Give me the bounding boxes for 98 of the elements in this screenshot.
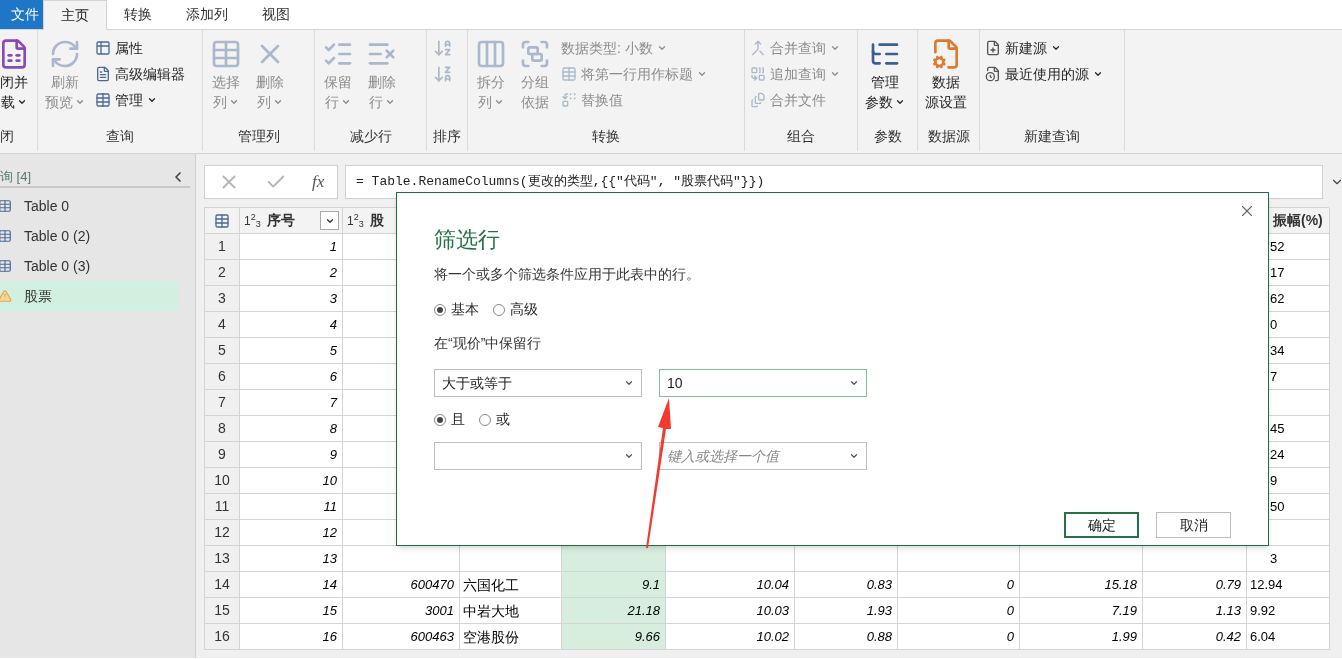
row-number: 4 xyxy=(205,312,240,338)
table-cell: 16 xyxy=(240,624,343,650)
ribbon-tab[interactable]: 添加列 xyxy=(169,0,245,29)
table-cell: 0 xyxy=(898,624,1020,650)
keep-rows-label: 在“现价”中保留行 xyxy=(434,334,542,353)
table-cell: 2 xyxy=(240,260,343,286)
group-label: 新建查询 xyxy=(1023,127,1081,146)
function-button[interactable]: fx xyxy=(312,169,325,195)
table-cell: 4 xyxy=(240,312,343,338)
ribbon-button[interactable]: 属性 xyxy=(94,37,186,59)
table-cell: 7.19 xyxy=(1020,598,1143,624)
group-label: 查询 xyxy=(105,127,135,146)
ribbon-button[interactable]: 最近使用的源 xyxy=(984,63,1104,85)
query-item[interactable]: 股票 xyxy=(0,281,178,311)
ribbon-button[interactable]: 高级编辑器 xyxy=(94,63,186,85)
group-label: 组合 xyxy=(786,127,816,146)
row-number: 1 xyxy=(205,234,240,260)
radio-option[interactable]: 且 xyxy=(434,409,465,430)
query-item[interactable]: Table 0 (3) xyxy=(0,251,178,281)
group-label: 管理列 xyxy=(236,127,281,146)
group-label: 参数 xyxy=(872,127,903,146)
table-cell: 0.88 xyxy=(795,624,898,650)
ribbon-tab[interactable]: 主页 xyxy=(43,0,107,30)
table-cell: 13 xyxy=(240,546,343,572)
table-cell: 5 xyxy=(240,338,343,364)
ribbon-tab[interactable]: 转换 xyxy=(107,0,169,29)
radio-option[interactable]: 基本 xyxy=(434,299,479,320)
table-cell: 10.04 xyxy=(666,572,795,598)
table-cell: 1.99 xyxy=(1020,624,1143,650)
table-cell: 3001 xyxy=(343,598,460,624)
group-label: 闭 xyxy=(0,127,15,146)
table-cell: 8 xyxy=(240,416,343,442)
row-number: 14 xyxy=(205,572,240,598)
row-number: 10 xyxy=(205,468,240,494)
pane-header: 询 [4] xyxy=(0,168,32,187)
row-number: 13 xyxy=(205,546,240,572)
table-cell: 9.92 xyxy=(1247,598,1330,624)
dialog-title: 筛选行 xyxy=(434,226,500,254)
table-cell: 9.66 xyxy=(562,624,666,650)
table-cell: 9 xyxy=(240,442,343,468)
file-tab[interactable]: 文件 xyxy=(0,0,43,29)
table-cell: 10.02 xyxy=(666,624,795,650)
query-item[interactable]: Table 0 (2) xyxy=(0,221,178,251)
row-number: 2 xyxy=(205,260,240,286)
operator-dropdown[interactable]: 大于或等于 xyxy=(434,369,642,397)
table-cell: 0 xyxy=(898,598,1020,624)
query-item[interactable]: Table 0 xyxy=(0,191,178,221)
table-cell: 0.79 xyxy=(1143,572,1247,598)
row-number: 8 xyxy=(205,416,240,442)
table-cell: 14 xyxy=(240,572,343,598)
ribbon-button[interactable]: 数据 源设置 xyxy=(922,36,970,125)
row-number: 16 xyxy=(205,624,240,650)
row-number: 7 xyxy=(205,390,240,416)
table-cell: 10.03 xyxy=(666,598,795,624)
row-number: 3 xyxy=(205,286,240,312)
row-number: 12 xyxy=(205,520,240,546)
table-cell: 9.1 xyxy=(562,572,666,598)
ribbon-button[interactable]: 新建源 xyxy=(984,37,1104,59)
table-cell: 12.94 xyxy=(1247,572,1330,598)
group-label: 减少行 xyxy=(348,127,393,146)
table-cell: 0.83 xyxy=(795,572,898,598)
table-cell: 12 xyxy=(240,520,343,546)
group-label: 数据源 xyxy=(926,127,971,146)
group-label: 转换 xyxy=(591,127,621,146)
row-number: 5 xyxy=(205,338,240,364)
ok-button[interactable]: 确定 xyxy=(1064,512,1139,538)
table-cell: 15 xyxy=(240,598,343,624)
table-cell: 3 xyxy=(240,286,343,312)
ribbon-button[interactable]: 管理 参数 xyxy=(862,36,908,125)
value-combobox[interactable]: 键入或选择一个值 xyxy=(659,442,867,470)
group-label: 排序 xyxy=(432,127,462,146)
table-cell: 0 xyxy=(898,572,1020,598)
table-cell: 0.42 xyxy=(1143,624,1247,650)
ribbon-tab[interactable]: 视图 xyxy=(245,0,307,29)
table-cell: 11 xyxy=(240,494,343,520)
row-number: 15 xyxy=(205,598,240,624)
table-cell: 7 xyxy=(240,390,343,416)
table-cell: 10 xyxy=(240,468,343,494)
radio-option[interactable]: 或 xyxy=(479,409,510,430)
row-number: 11 xyxy=(205,494,240,520)
ribbon-button[interactable]: 闭并 载 xyxy=(0,36,33,125)
row-number: 6 xyxy=(205,364,240,390)
table-cell: 6.04 xyxy=(1247,624,1330,650)
table-cell: 1.93 xyxy=(795,598,898,624)
dialog-description: 将一个或多个筛选条件应用于此表中的行。 xyxy=(434,265,700,284)
table-cell: 600463 xyxy=(343,624,460,650)
ribbon-button[interactable]: 管理 xyxy=(94,89,186,111)
value-combobox[interactable]: 10 xyxy=(659,369,867,397)
table-cell: 1 xyxy=(240,234,343,260)
table-cell: 600470 xyxy=(343,572,460,598)
table-cell: 21.18 xyxy=(562,598,666,624)
table-cell: 15.18 xyxy=(1020,572,1143,598)
table-cell: 6 xyxy=(240,364,343,390)
cancel-button[interactable]: 取消 xyxy=(1156,512,1231,538)
table-cell: 1.13 xyxy=(1143,598,1247,624)
row-number: 9 xyxy=(205,442,240,468)
column-header[interactable]: 1$^{2}$$_{3}$ 序号 xyxy=(240,208,343,234)
radio-option[interactable]: 高级 xyxy=(493,299,538,320)
